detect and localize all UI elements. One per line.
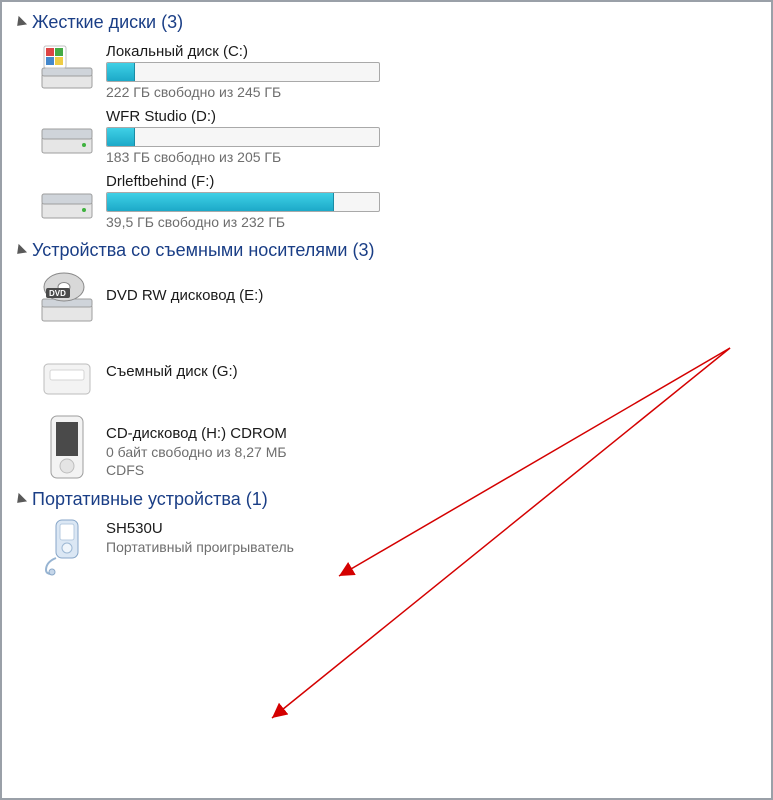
dvd-drive-icon: DVD [36,271,98,329]
section-title: Портативные устройства (1) [32,489,268,510]
collapse-arrow-icon [13,15,27,29]
drive-item[interactable]: Локальный диск (C:) 222 ГБ свободно из 2… [36,39,771,100]
collapse-arrow-icon [13,243,27,257]
media-player-icon [36,421,98,479]
portable-player-icon [36,516,98,574]
drive-item[interactable]: WFR Studio (D:) 183 ГБ свободно из 205 Г… [36,104,771,165]
hdd-icon [36,169,98,227]
svg-text:DVD: DVD [49,289,66,298]
drive-item[interactable]: Drleftbehind (F:) 39,5 ГБ свободно из 23… [36,169,771,230]
drive-name: Съемный диск (G:) [106,363,238,380]
drive-name: CD-дисковод (H:) CDROM [106,425,287,442]
drive-item[interactable]: CD-дисковод (H:) CDROM 0 байт свободно и… [36,421,771,479]
drive-name: DVD RW дисковод (E:) [106,287,263,304]
capacity-bar [106,192,380,212]
drive-info: WFR Studio (D:) 183 ГБ свободно из 205 Г… [106,104,380,165]
drive-name: WFR Studio (D:) [106,108,380,125]
drive-filesystem: CDFS [106,462,287,478]
section-portable[interactable]: Портативные устройства (1) [16,489,771,510]
device-type: Портативный проигрыватель [106,539,294,555]
capacity-bar [106,62,380,82]
drive-item[interactable]: DVD DVD RW дисковод (E:) [36,271,771,329]
drive-info: DVD RW дисковод (E:) [106,271,263,306]
section-title: Жесткие диски (3) [32,12,183,33]
portable-device-item[interactable]: SH530U Портативный проигрыватель [36,516,771,574]
drive-name: Drleftbehind (F:) [106,173,380,190]
explorer-view: { "sections":[ {"title":"Жесткие диски (… [0,0,773,800]
device-info: SH530U Портативный проигрыватель [106,516,294,555]
drive-status: 222 ГБ свободно из 245 ГБ [106,84,380,100]
drive-status: 39,5 ГБ свободно из 232 ГБ [106,214,380,230]
capacity-bar [106,127,380,147]
collapse-arrow-icon [13,492,27,506]
drive-info: Локальный диск (C:) 222 ГБ свободно из 2… [106,39,380,100]
device-name: SH530U [106,520,294,537]
hdd-system-icon [36,39,98,97]
drive-info: Съемный диск (G:) [106,349,238,382]
drive-info: CD-дисковод (H:) CDROM 0 байт свободно и… [106,421,287,478]
drive-status: 183 ГБ свободно из 205 ГБ [106,149,380,165]
hdd-icon [36,104,98,162]
drive-name: Локальный диск (C:) [106,43,380,60]
section-removable[interactable]: Устройства со съемными носителями (3) [16,240,771,261]
drive-item[interactable]: Съемный диск (G:) [36,349,771,407]
drive-status: 0 байт свободно из 8,27 МБ [106,444,287,460]
drive-info: Drleftbehind (F:) 39,5 ГБ свободно из 23… [106,169,380,230]
section-hard-drives[interactable]: Жесткие диски (3) [16,12,771,33]
section-title: Устройства со съемными носителями (3) [32,240,374,261]
removable-drive-icon [36,349,98,407]
